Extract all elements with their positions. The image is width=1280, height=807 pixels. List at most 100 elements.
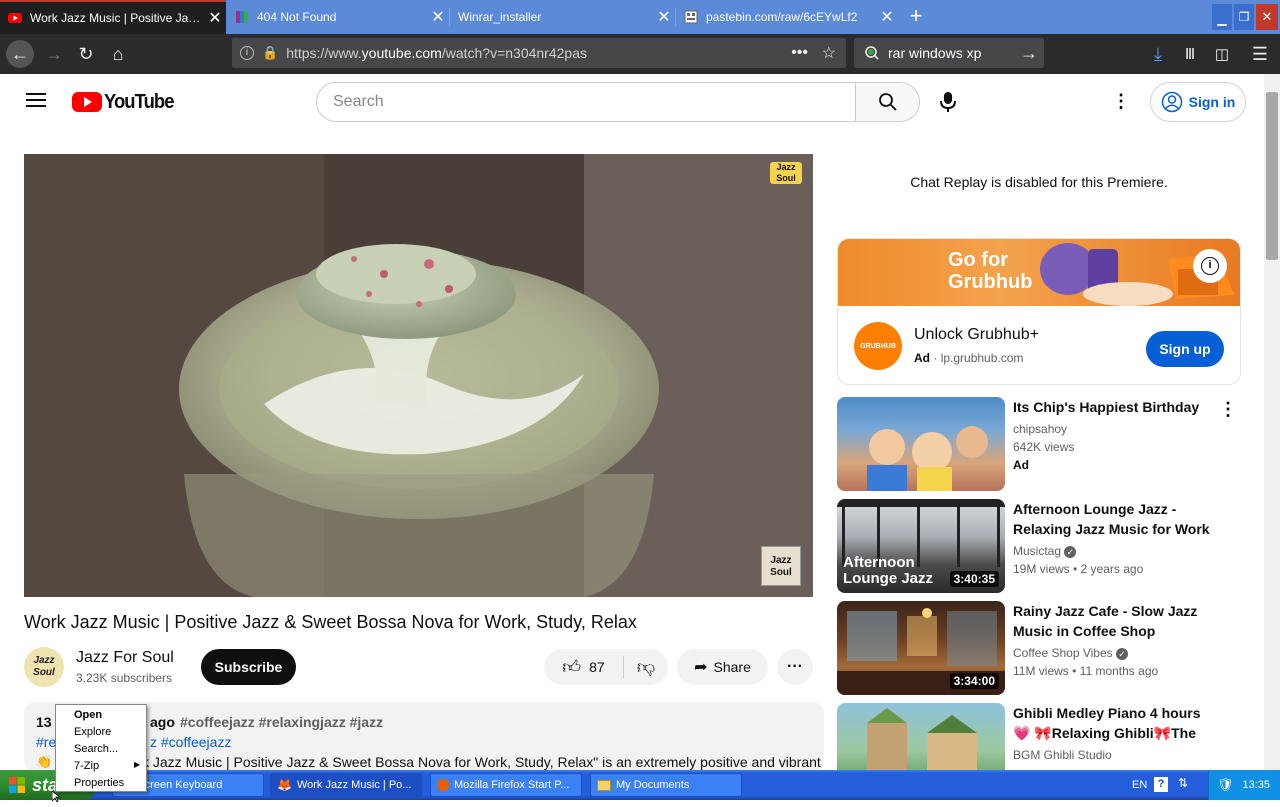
- browser-tab-pastebin[interactable]: pastebin.com/raw/6cEYwLf2 ✕: [676, 0, 898, 34]
- browser-tab-winrar[interactable]: Winrar_installer ✕: [450, 0, 675, 34]
- browser-tab-404[interactable]: 404 Not Found ✕: [227, 0, 449, 34]
- close-tab-icon[interactable]: ✕: [876, 7, 898, 27]
- close-window-button[interactable]: ✕: [1256, 4, 1278, 30]
- bookmark-star-icon[interactable]: ☆: [822, 43, 836, 63]
- youtube-favicon-icon: [8, 11, 22, 25]
- video-thumbnail[interactable]: Afternoon Lounge Jazz 3:40:35: [837, 499, 1005, 593]
- browser-tab-strip: Work Jazz Music | Positive Jazz & S ✕ 40…: [0, 0, 1280, 34]
- channel-watermark-logo: Jazz Soul: [770, 162, 802, 184]
- browser-search-value: rar windows xp: [888, 45, 982, 61]
- downloads-icon[interactable]: ⤓: [1144, 40, 1172, 68]
- sign-in-label: Sign in: [1188, 94, 1236, 110]
- security-shield-icon[interactable]: 🛡: [1217, 777, 1234, 793]
- taskbar-button-firefox-start[interactable]: Mozilla Firefox Start P...: [430, 773, 582, 797]
- ad-banner[interactable]: Go for Grubhub i: [838, 239, 1240, 306]
- ad-info-button[interactable]: i: [1193, 249, 1227, 283]
- context-menu-item-explore[interactable]: Explore: [74, 724, 111, 741]
- channel-branding-watermark[interactable]: Jazz Soul: [761, 546, 801, 586]
- ad-signup-button[interactable]: Sign up: [1146, 331, 1224, 367]
- more-actions-button[interactable]: ···: [777, 649, 813, 685]
- more-options-icon[interactable]: ⋮: [1219, 399, 1237, 420]
- clock: 13:35: [1242, 779, 1270, 791]
- sign-in-button[interactable]: Sign in: [1150, 82, 1246, 122]
- like-button[interactable]: 👍︎ 87: [544, 656, 624, 678]
- video-channel[interactable]: BGM Ghibli Studio: [1013, 748, 1112, 762]
- recommendation-item[interactable]: Its Chip's Happiest Birthday chipsahoy 6…: [837, 397, 1241, 493]
- sidebar-toggle-icon[interactable]: ◫: [1208, 40, 1236, 68]
- video-title[interactable]: Ghibli Medley Piano 4 hours 💗 🎀Relaxing …: [1013, 703, 1219, 743]
- forward-arrow-icon[interactable]: →: [40, 40, 68, 68]
- taskbar-button-label: Mozilla Firefox Start P...: [454, 779, 570, 791]
- search-input[interactable]: Search: [317, 83, 855, 121]
- channel-name: Musictag: [1013, 544, 1062, 558]
- url-path: /watch?v=n304nr42pas: [441, 45, 587, 61]
- video-channel[interactable]: chipsahoy: [1013, 422, 1067, 436]
- network-icon[interactable]: ⇅: [1178, 776, 1188, 790]
- info-icon[interactable]: i: [240, 46, 254, 60]
- browser-tab-youtube[interactable]: Work Jazz Music | Positive Jazz & S ✕: [0, 0, 226, 34]
- restore-window-button[interactable]: ❐: [1234, 4, 1254, 30]
- new-tab-icon[interactable]: +: [903, 4, 929, 30]
- url-bar[interactable]: i 🔒 https://www. youtube.com/watch?v=n304…: [232, 38, 846, 68]
- video-channel[interactable]: Musictag ✓: [1013, 544, 1077, 558]
- context-menu-item-search[interactable]: Search...: [74, 741, 118, 758]
- search-go-arrow-icon[interactable]: →: [1020, 43, 1038, 64]
- video-title[interactable]: Afternoon Lounge Jazz - Relaxing Jazz Mu…: [1013, 499, 1219, 539]
- taskbar-button-firefox-youtube[interactable]: 🦊 Work Jazz Music | Po...: [270, 773, 422, 797]
- video-player[interactable]: Jazz Soul Jazz Soul: [24, 154, 813, 597]
- description-hashtag-link[interactable]: z #coffeejazz: [150, 734, 231, 750]
- channel-name[interactable]: Jazz For Soul: [76, 649, 174, 667]
- video-title[interactable]: Its Chip's Happiest Birthday: [1013, 397, 1219, 417]
- language-indicator[interactable]: EN: [1132, 779, 1147, 791]
- share-button[interactable]: ➦ Share: [677, 649, 768, 685]
- help-icon[interactable]: ?: [1154, 777, 1168, 792]
- home-icon[interactable]: ⌂: [104, 40, 132, 68]
- guide-menu-icon[interactable]: [26, 92, 46, 108]
- video-thumbnail[interactable]: [837, 397, 1005, 491]
- ad-card[interactable]: Go for Grubhub i GRUBHUB Unlock Grubhub+…: [837, 238, 1241, 385]
- video-channel[interactable]: Coffee Shop Vibes ✓: [1013, 646, 1128, 660]
- ad-banner-image: [1040, 243, 1234, 306]
- tab-title: pastebin.com/raw/6cEYwLf2: [706, 10, 858, 24]
- recommendation-item[interactable]: 3:34:00 Rainy Jazz Cafe - Slow Jazz Musi…: [837, 601, 1241, 697]
- video-thumbnail[interactable]: 3:34:00: [837, 601, 1005, 695]
- channel-avatar[interactable]: Jazz Soul: [24, 647, 64, 687]
- channel-name: Coffee Shop Vibes: [1013, 646, 1113, 660]
- reload-icon[interactable]: ↻: [72, 40, 100, 68]
- taskbar-button-label: My Documents: [616, 779, 690, 791]
- tab-title: Winrar_installer: [458, 10, 542, 24]
- video-thumbnail[interactable]: [837, 703, 1005, 770]
- subscriber-count: 3.23K subscribers: [76, 671, 173, 685]
- video-title[interactable]: Rainy Jazz Cafe - Slow Jazz Music in Cof…: [1013, 601, 1219, 641]
- minimize-window-button[interactable]: ▁: [1212, 4, 1232, 30]
- dislike-button[interactable]: 👎︎: [624, 656, 668, 678]
- page-favicon-icon: [684, 10, 698, 24]
- close-tab-icon[interactable]: ✕: [204, 8, 226, 28]
- more-options-icon[interactable]: ⋮: [1112, 92, 1130, 112]
- library-icon[interactable]: Ⅲ: [1176, 40, 1204, 68]
- info-icon: i: [1201, 257, 1219, 275]
- close-tab-icon[interactable]: ✕: [427, 7, 449, 27]
- context-menu-item-open[interactable]: Open: [74, 707, 102, 724]
- description-hashtags[interactable]: #coffeejazz #relaxingjazz #jazz: [180, 714, 383, 730]
- page-actions-icon[interactable]: •••: [791, 44, 808, 62]
- context-menu-item-7zip[interactable]: 7-Zip: [74, 758, 99, 775]
- taskbar-button-my-documents[interactable]: My Documents: [590, 773, 742, 797]
- search-button[interactable]: [855, 83, 919, 121]
- subscribe-button[interactable]: Subscribe: [201, 649, 296, 685]
- hamburger-menu-icon[interactable]: ☰: [1246, 40, 1274, 68]
- video-title: Work Jazz Music | Positive Jazz & Sweet …: [24, 612, 637, 632]
- back-arrow-icon[interactable]: ←: [6, 40, 34, 68]
- close-tab-icon[interactable]: ✕: [653, 7, 675, 27]
- ad-title[interactable]: Unlock Grubhub+: [914, 326, 1039, 344]
- verified-check-icon: ✓: [1064, 546, 1077, 558]
- microphone-icon[interactable]: [938, 90, 958, 114]
- description-hashtag-link[interactable]: #re: [36, 734, 56, 750]
- context-menu-item-properties[interactable]: Properties: [74, 775, 124, 792]
- scrollbar-thumb[interactable]: [1266, 92, 1278, 260]
- page-scrollbar[interactable]: [1264, 74, 1280, 770]
- recommendation-item[interactable]: Afternoon Lounge Jazz 3:40:35 Afternoon …: [837, 499, 1241, 595]
- browser-search-box[interactable]: rar windows xp →: [854, 38, 1044, 68]
- recommendation-item[interactable]: Ghibli Medley Piano 4 hours 💗 🎀Relaxing …: [837, 703, 1241, 770]
- youtube-logo[interactable]: YouTube: [72, 90, 180, 114]
